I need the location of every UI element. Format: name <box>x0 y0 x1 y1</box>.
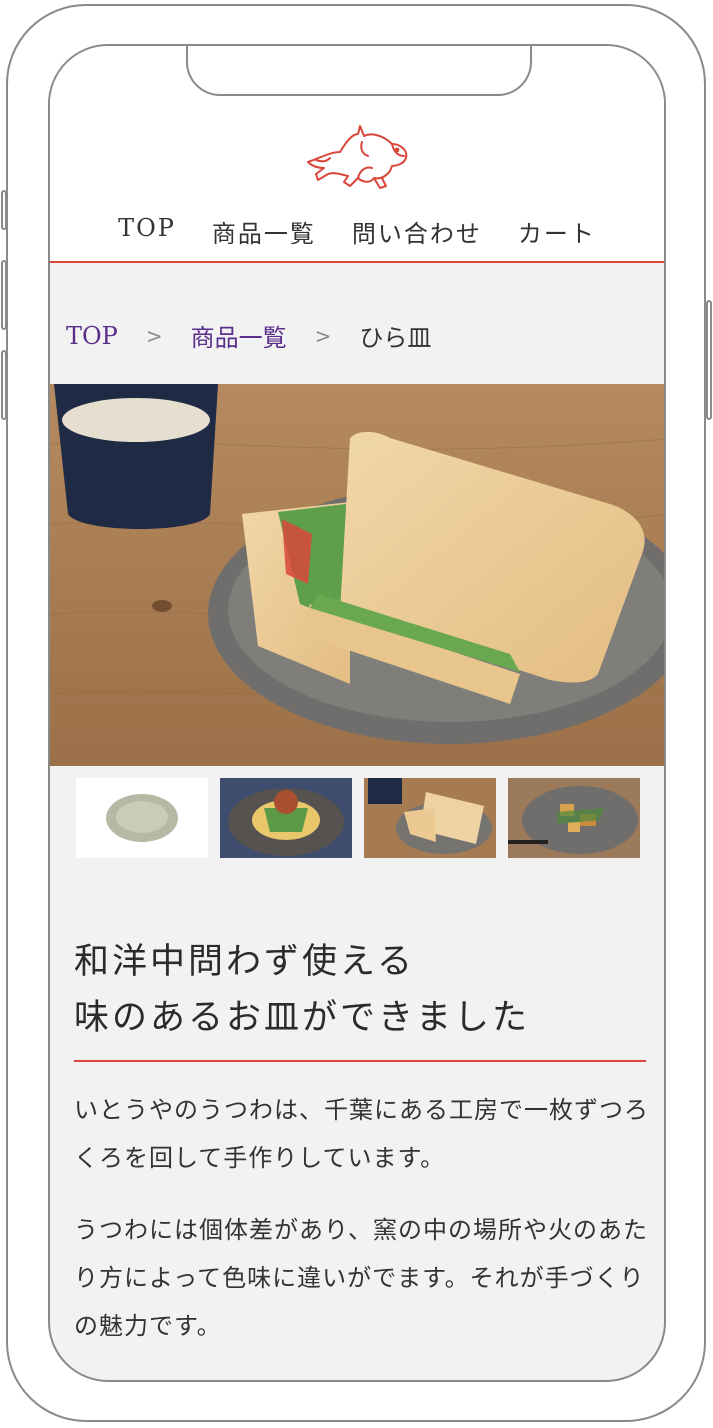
thumbnail-strip <box>76 778 640 858</box>
product-description-1: いとうやのうつわは、千葉にある工房で一枚ずつろくろを回して手作りしています。 <box>74 1096 649 1172</box>
dog-logo-icon[interactable] <box>300 122 420 194</box>
nav-cart-link[interactable]: カート <box>518 214 596 249</box>
nav-contact-link[interactable]: 問い合わせ <box>352 214 482 249</box>
product-heading: 和洋中問わず使える 味のあるお皿ができました <box>74 934 646 1062</box>
nav-top-link[interactable]: TOP <box>118 214 176 249</box>
breadcrumb-products-link[interactable]: 商品一覧 <box>191 318 287 353</box>
breadcrumb: TOP > 商品一覧 > ひら皿 <box>66 318 431 353</box>
thumbnail-sandwich[interactable] <box>364 778 496 858</box>
heading-line-1: 和洋中問わず使える <box>74 942 415 982</box>
breadcrumb-separator: > <box>145 323 163 348</box>
breadcrumb-separator: > <box>314 323 332 348</box>
phone-notch <box>186 46 532 96</box>
phone-screen: TOP 商品一覧 問い合わせ カート TOP > 商品一覧 > ひら皿 和洋中問… <box>48 44 666 1382</box>
phone-mute-switch <box>1 190 7 230</box>
phone-volume-up <box>1 260 7 330</box>
breadcrumb-current: ひら皿 <box>359 324 432 352</box>
main-nav: TOP 商品一覧 問い合わせ カート <box>50 214 664 249</box>
nav-products-link[interactable]: 商品一覧 <box>212 214 316 249</box>
heading-line-2: 味のあるお皿ができました <box>74 998 531 1038</box>
phone-power-button <box>706 300 712 420</box>
phone-volume-down <box>1 350 7 420</box>
product-main-image <box>50 384 664 766</box>
thumbnail-plate-only[interactable] <box>76 778 208 858</box>
breadcrumb-top-link[interactable]: TOP <box>66 322 118 350</box>
thumbnail-stir-fry[interactable] <box>508 778 640 858</box>
thumbnail-pasta[interactable] <box>220 778 352 858</box>
product-description-2: うつわには個体差があり、窯の中の場所や火のあたり方によって色味に違いがでます。そ… <box>74 1216 649 1340</box>
